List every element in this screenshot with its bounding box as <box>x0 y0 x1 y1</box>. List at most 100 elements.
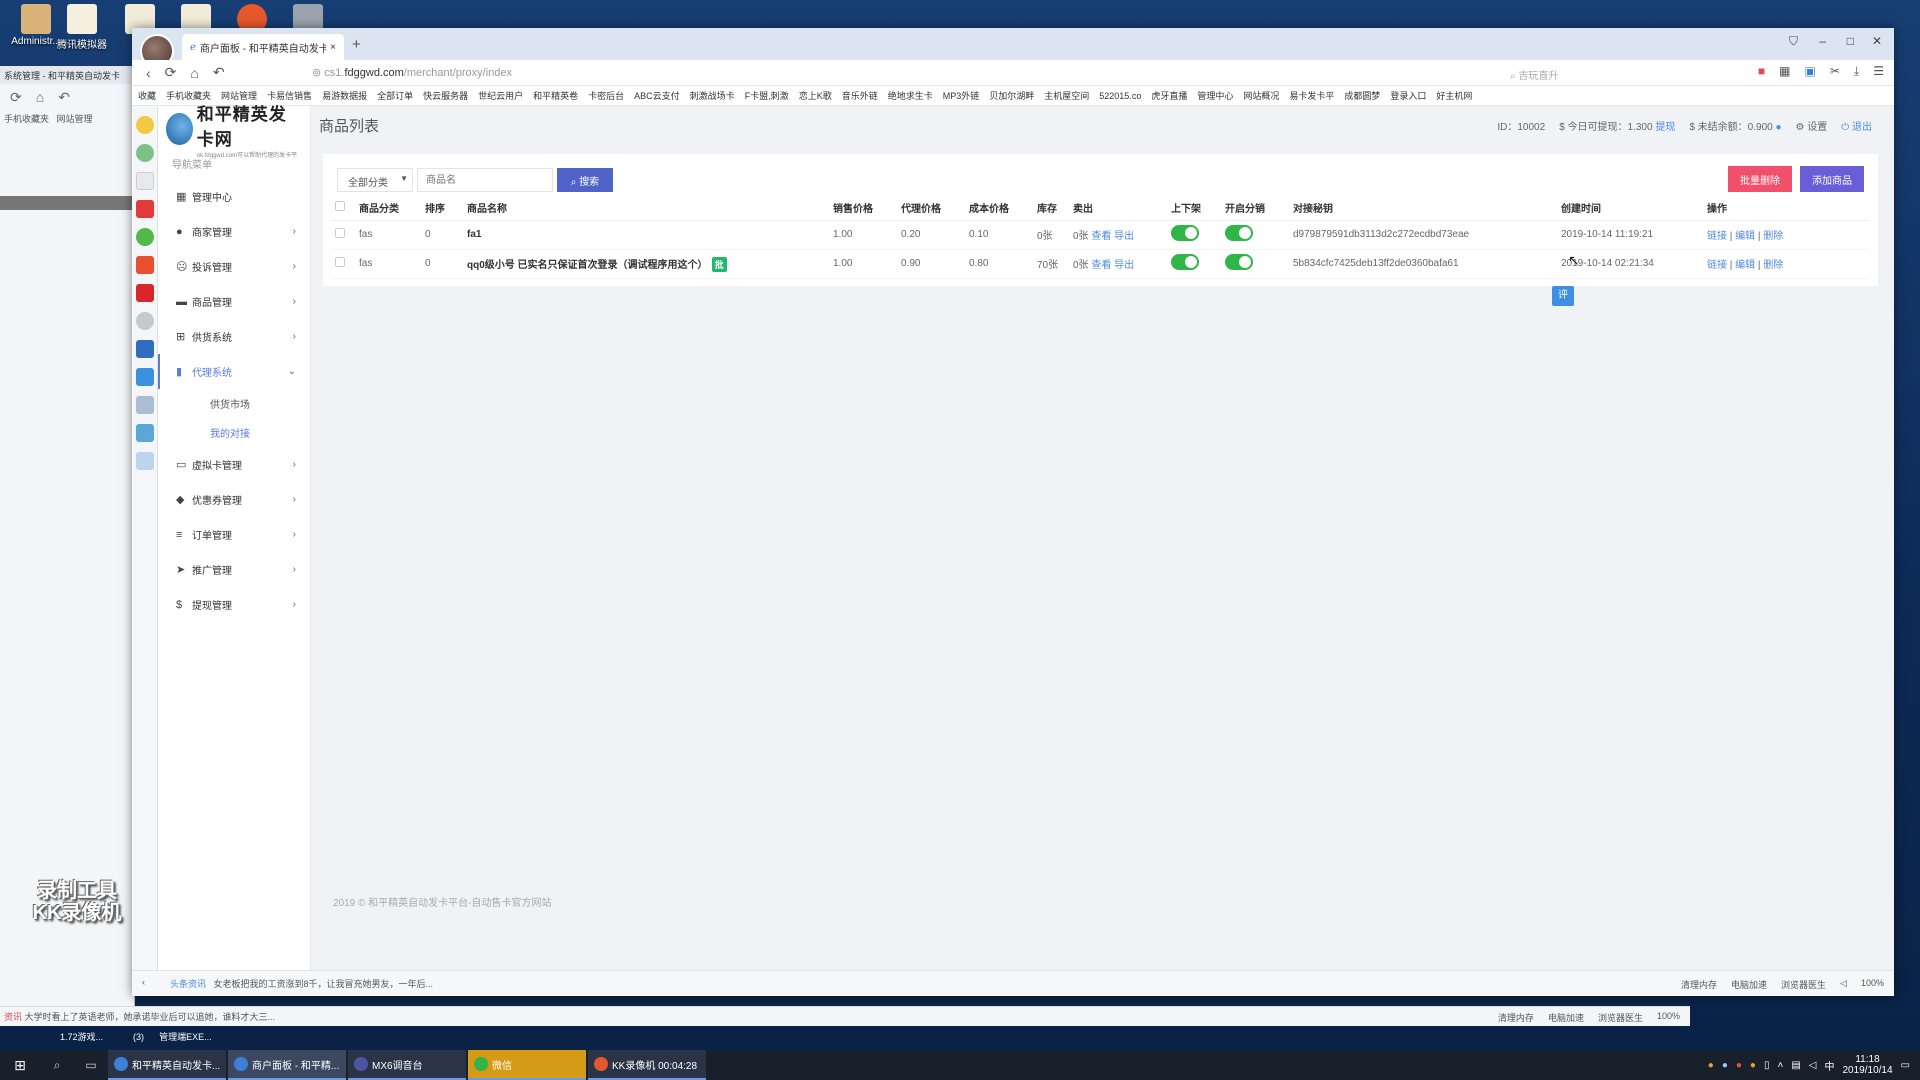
collapse-icon[interactable]: ‹ <box>142 977 145 987</box>
bookmark-item[interactable]: 和平精英卷 <box>533 89 578 102</box>
shop-icon[interactable] <box>135 256 154 274</box>
bookmark-item[interactable]: 管理中心 <box>1197 89 1233 102</box>
browser-doctor-button[interactable]: 浏览器医生 <box>1781 978 1826 991</box>
site-logo[interactable]: 和平精英发卡网 ok.fdggwd.com可以帮助代理的发卡平 <box>158 105 310 159</box>
bookmark-item[interactable]: F卡盟,刺激 <box>745 89 789 102</box>
category-select[interactable]: 全部分类 ▼ <box>337 168 413 192</box>
bookmark-item[interactable]: 易卡发卡平 <box>1289 89 1334 102</box>
listed-toggle[interactable] <box>1171 225 1199 241</box>
tray-app-icon[interactable]: ● <box>1736 1060 1742 1071</box>
tools-icon[interactable] <box>135 452 154 470</box>
taskbar-task[interactable]: 微信 <box>468 1050 586 1080</box>
bookmark-item[interactable]: MP3外链 <box>943 89 980 102</box>
taskbar-task[interactable]: 和平精英自动发卡... <box>108 1050 226 1080</box>
bookmark-item[interactable]: 全部订单 <box>377 89 413 102</box>
delete-action[interactable]: 删除 <box>1763 260 1783 271</box>
bookmark-item[interactable]: 贝加尔湖畔 <box>989 89 1034 102</box>
background-tab-label[interactable]: 1.72游戏... <box>60 1032 103 1042</box>
refresh-icon[interactable]: ⟳ <box>10 89 22 106</box>
sidebar-item-products[interactable]: ▬ 商品管理 › <box>158 284 310 319</box>
bookmark-item[interactable]: 音乐外链 <box>842 89 878 102</box>
background-window-scrollbar[interactable] <box>0 196 135 210</box>
notification-icon[interactable]: ▭ <box>1901 1060 1910 1071</box>
sidebar-item-orders[interactable]: ≡ 订单管理 › <box>158 517 310 552</box>
clock-icon[interactable] <box>135 144 154 162</box>
distribution-toggle[interactable] <box>1225 254 1253 270</box>
volume-icon[interactable]: ◁ <box>1840 978 1847 991</box>
info-icon[interactable]: ● <box>1776 122 1782 133</box>
task-view-icon[interactable]: ▭ <box>74 1058 108 1072</box>
tray-app-icon[interactable]: ▯ <box>1764 1060 1770 1071</box>
sidebar-item-agent[interactable]: ▮ 代理系统 ⌄ <box>158 354 310 389</box>
news-headline[interactable]: 大学时看上了英语老师，她承诺毕业后可以追她，谁料才大三... <box>25 1010 276 1023</box>
desktop-icon-emulator[interactable]: 腾讯模拟器 <box>50 4 114 51</box>
tray-app-icon[interactable]: ● <box>1722 1060 1728 1071</box>
calendar-icon[interactable] <box>135 172 154 190</box>
bookmark-item[interactable]: 成都圆梦 <box>1344 89 1380 102</box>
clean-memory-button[interactable]: 清理内存 <box>1681 978 1717 991</box>
search-icon[interactable]: ⌕ <box>40 1058 74 1073</box>
speed-up-button[interactable]: 电脑加速 <box>1731 978 1767 991</box>
bookmark-item[interactable]: 网站概况 <box>1243 89 1279 102</box>
home-icon[interactable]: ⌂ <box>36 89 44 105</box>
up-arrow-icon[interactable]: ˄ <box>1777 1060 1783 1071</box>
row-checkbox[interactable] <box>335 228 345 238</box>
withdraw-link[interactable]: 提现 <box>1655 122 1675 133</box>
bookmark-item[interactable]: 虎牙直播 <box>1151 89 1187 102</box>
sidebar-item-virtual-cards[interactable]: ▭ 虚拟卡管理 › <box>158 447 310 482</box>
search-button[interactable]: ⌕ 搜索 <box>557 168 613 192</box>
bookmark-item[interactable]: 好主机网 <box>1436 89 1472 102</box>
close-tab-icon[interactable]: × <box>330 42 336 53</box>
bookmark-item[interactable]: 网站管理 <box>57 114 93 124</box>
bookmark-item[interactable]: 522015.co <box>1099 91 1141 101</box>
apps-icon[interactable]: ▦ <box>1779 64 1790 79</box>
menu-icon[interactable]: ☰ <box>1873 64 1884 79</box>
chat-icon[interactable] <box>135 228 154 246</box>
shield-icon[interactable]: ⛉ <box>1789 34 1798 49</box>
export-link[interactable]: 导出 <box>1114 260 1134 271</box>
back-icon[interactable]: ‹ <box>146 65 151 81</box>
sidebar-item-withdrawal[interactable]: $ 提现管理 › <box>158 587 310 622</box>
network-icon[interactable]: ▤ <box>1791 1060 1800 1071</box>
clean-memory-button[interactable]: 清理内存 <box>1498 1011 1534 1024</box>
bookmark-item[interactable]: 易游数据报 <box>322 89 367 102</box>
view-link[interactable]: 查看 <box>1091 260 1111 271</box>
undo-icon[interactable]: ↶ <box>58 89 70 106</box>
product-name-input[interactable] <box>417 168 553 192</box>
export-link[interactable]: 导出 <box>1114 231 1134 242</box>
bookmark-item[interactable]: ABC云支付 <box>634 89 680 102</box>
background-tab-label[interactable]: (3) <box>133 1032 144 1042</box>
maximize-icon[interactable]: □ <box>1847 34 1854 48</box>
ime-indicator[interactable]: 中 <box>1824 1058 1834 1073</box>
home-icon[interactable]: ⌂ <box>190 65 198 81</box>
bookmark-item[interactable]: 收藏 <box>138 89 156 102</box>
sidebar-item-promotion[interactable]: ➤ 推广管理 › <box>158 552 310 587</box>
tray-app-icon[interactable]: ● <box>1750 1060 1756 1071</box>
volume-icon[interactable]: ◁ <box>1809 1060 1817 1071</box>
bookmark-item[interactable]: 恋上K歌 <box>799 89 832 102</box>
comment-float-button[interactable]: 评 <box>1552 286 1574 306</box>
link-action[interactable]: 链接 <box>1707 260 1727 271</box>
video-icon[interactable] <box>135 340 154 358</box>
clock[interactable]: 11:18 2019/10/14 <box>1842 1054 1892 1076</box>
gamepad-icon[interactable] <box>135 312 154 330</box>
sidebar-item-supply[interactable]: ⊞ 供货系统 › <box>158 319 310 354</box>
taskbar-task[interactable]: 商户面板 - 和平精... <box>228 1050 346 1080</box>
download-icon[interactable]: ⤓ <box>1854 64 1859 79</box>
news-icon[interactable] <box>135 200 154 218</box>
edit-action[interactable]: 编辑 <box>1735 260 1755 271</box>
windows-start-icon[interactable]: ⊞ <box>0 1057 40 1074</box>
select-all-checkbox[interactable] <box>335 201 345 212</box>
delete-action[interactable]: 删除 <box>1763 231 1783 242</box>
bookmark-item[interactable]: 绝地求生卡 <box>888 89 933 102</box>
tray-app-icon[interactable]: ● <box>1708 1060 1714 1071</box>
undo-icon[interactable]: ↶ <box>213 64 225 81</box>
new-tab-button[interactable]: + <box>352 36 361 53</box>
view-link[interactable]: 查看 <box>1091 231 1111 242</box>
add-product-button[interactable]: 添加商品 <box>1800 166 1864 192</box>
sidebar-item-dashboard[interactable]: ▦ 管理中心 <box>158 179 310 214</box>
browser-tab[interactable]: ℯ 商户面板 - 和平精英自动发卡 × <box>182 34 344 60</box>
bookmark-item[interactable]: 刺激战场卡 <box>690 89 735 102</box>
extension-icon[interactable]: ■ <box>1758 64 1765 79</box>
sale-icon[interactable] <box>135 284 154 302</box>
